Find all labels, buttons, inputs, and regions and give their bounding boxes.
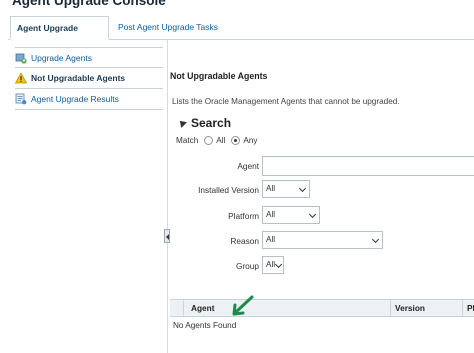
sidebar-item-not-upgradable-agents[interactable]: Not Upgradable Agents [14,68,163,89]
column-divider [462,300,463,317]
reason-select[interactable]: All [262,231,383,249]
annotation-arrow-icon [232,295,254,316]
match-any-radio[interactable] [231,136,241,145]
upgrade-agents-icon [15,52,27,64]
warning-icon [14,72,28,84]
search-disclosure[interactable]: Search [177,116,232,130]
section-description: Lists the Oracle Management Agents that … [172,97,400,106]
page-title: Agent Upgrade Console [12,0,166,8]
main-panel: Not Upgradable Agents Lists the Oracle M… [169,40,474,353]
installed-version-select[interactable]: All [262,180,310,198]
group-value: All [266,260,276,269]
sidebar-item-upgrade-agents[interactable]: Upgrade Agents [15,47,163,68]
chevron-down-icon [274,260,283,269]
reason-value: All [266,235,276,244]
sidebar-item-agent-upgrade-results[interactable]: Agent Upgrade Results [15,89,163,110]
match-all-label: All [216,136,226,145]
match-all-radio[interactable] [204,136,214,145]
column-header-platform[interactable]: Pl [467,303,474,313]
tab-agent-upgrade-tasks[interactable]: Agent Upgrade Tasks [10,16,109,55]
column-header-agent[interactable]: Agent [191,303,215,313]
sidebar-item-label: Agent Upgrade Results [31,94,119,104]
group-select[interactable]: All [262,256,284,274]
platform-label: Platform [228,211,259,221]
tab-post-agent-upgrade-tasks[interactable]: Post Agent Upgrade Tasks [112,16,224,40]
sidebar: Upgrade Agents Not Upgradable Agents Age… [0,40,168,353]
results-icon [15,93,27,105]
column-header-version[interactable]: Version [395,303,425,313]
disclosure-triangle-icon [177,118,187,128]
results-table-header: Agent Version Pl [170,299,474,317]
chevron-down-icon [308,210,317,219]
chevron-down-icon [371,235,380,244]
column-divider [183,300,184,317]
chevron-down-icon [298,184,307,193]
match-label: Match [176,136,199,145]
search-header: Search [191,116,232,130]
agent-label: Agent [237,161,259,171]
sidebar-item-label: Not Upgradable Agents [31,73,126,83]
agent-input[interactable] [262,156,474,176]
installed-version-value: All [266,184,276,193]
sidebar-item-label: Upgrade Agents [31,52,92,63]
group-label: Group [235,261,259,271]
column-divider [390,300,391,317]
platform-value: All [266,210,276,219]
tab-bar: Agent Upgrade Tasks Post Agent Upgrade T… [8,14,474,55]
platform-select[interactable]: All [262,206,320,224]
reason-label: Reason [230,236,259,246]
section-title: Not Upgradable Agents [170,71,268,81]
match-any-label: Any [243,136,258,145]
match-row: Match All Any [176,136,258,145]
empty-table-message: No Agents Found [173,321,237,330]
installed-version-label: Installed Version [198,185,259,195]
